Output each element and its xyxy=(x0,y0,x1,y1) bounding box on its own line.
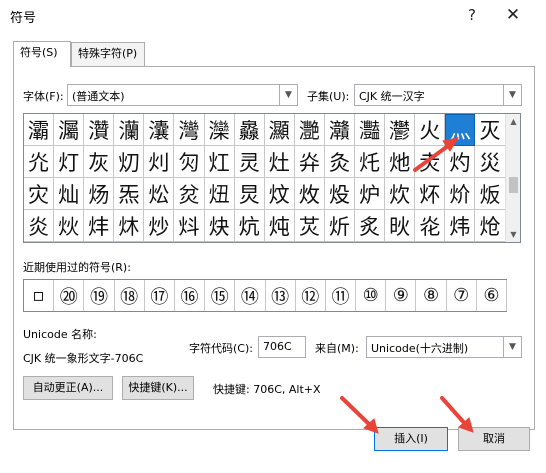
arrow-to-selected-char xyxy=(413,141,454,172)
arrow-to-cancel xyxy=(440,396,469,428)
arrow-to-insert xyxy=(340,396,374,429)
annotation-arrows xyxy=(340,137,474,434)
symbol-dialog: 符号 ? ✕ 符号(S) 特殊字符(P) 字体(F): (普通文本) ▼ 子集(… xyxy=(0,0,546,473)
tab-symbols[interactable]: 符号(S) xyxy=(13,41,71,67)
